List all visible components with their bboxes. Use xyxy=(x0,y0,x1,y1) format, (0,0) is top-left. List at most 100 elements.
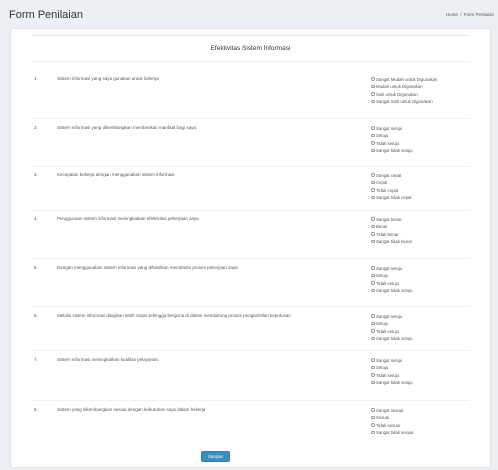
question-text: Penggunaan sistem informasi meningkatkan… xyxy=(57,216,200,221)
option-label: Setuju xyxy=(376,133,389,138)
breadcrumb: Home / Form Penilaian xyxy=(446,12,494,17)
question-row-7: 7. Sistem informasi meningkatkan kualita… xyxy=(11,357,490,397)
answer-option[interactable]: Setuju xyxy=(371,365,413,371)
form-card: Efektivitas Sistem Informasi 1. Sistem i… xyxy=(10,28,491,468)
radio-button[interactable] xyxy=(371,77,375,81)
option-label: Sangat Sulit untuk Digunakan xyxy=(376,99,433,104)
answer-option[interactable]: Tidak setuju xyxy=(371,372,413,378)
radio-button[interactable] xyxy=(371,195,375,200)
radio-button[interactable] xyxy=(371,415,375,420)
answer-option[interactable]: Sangat cepat xyxy=(371,172,412,178)
answer-option[interactable]: Sangat setuju xyxy=(371,125,413,131)
radio-button[interactable] xyxy=(371,266,375,270)
answer-option[interactable]: Tidak sesuai xyxy=(371,422,414,428)
row-divider xyxy=(31,118,470,119)
answer-option[interactable]: Sangat tidak sesuai xyxy=(371,430,414,436)
answer-option[interactable]: Sangat Mudah untuk Digunakan xyxy=(371,76,437,82)
answer-option[interactable]: Tidak cepat xyxy=(371,187,412,193)
answer-option[interactable]: Sangat setuju xyxy=(371,313,413,319)
answer-option[interactable]: Tidak setuju xyxy=(371,280,413,286)
radio-button[interactable] xyxy=(371,288,375,293)
question-row-5: 5. Dengan menggunakan sistem informasi y… xyxy=(11,265,490,305)
row-divider xyxy=(31,306,470,307)
radio-button[interactable] xyxy=(371,408,375,412)
answer-option[interactable]: Benar xyxy=(371,224,412,230)
answer-option[interactable]: Tidak benar xyxy=(371,231,412,237)
option-label: Sangat tidak setuju xyxy=(376,380,413,385)
answer-option[interactable]: Sesuai xyxy=(371,415,414,421)
radio-button[interactable] xyxy=(371,329,375,333)
answer-option[interactable]: Sangat sesuai xyxy=(371,407,414,413)
answer-option[interactable]: Sangat benar xyxy=(371,216,412,222)
answer-option[interactable]: Tidak setuju xyxy=(371,328,413,334)
answer-option[interactable]: Sangat setuju xyxy=(371,357,413,363)
radio-button[interactable] xyxy=(371,321,375,326)
radio-button[interactable] xyxy=(371,430,375,435)
answer-options: Sangat setuju Setuju Tidak setuju Sangat… xyxy=(371,125,413,154)
radio-button[interactable] xyxy=(371,365,375,370)
radio-button[interactable] xyxy=(371,188,375,192)
answer-option[interactable]: Sangat tidak cepat xyxy=(371,195,412,201)
question-text: Sistem informasi meningkatkan kualitas p… xyxy=(57,357,160,362)
radio-button[interactable] xyxy=(371,232,375,236)
radio-button[interactable] xyxy=(371,281,375,285)
breadcrumb-current: Form Penilaian xyxy=(463,12,494,17)
radio-button[interactable] xyxy=(371,358,375,362)
option-label: Setuju xyxy=(376,365,389,370)
question-text: Dengan menggunakan sistem informasi yang… xyxy=(57,265,239,270)
answer-option[interactable]: Sangat setuju xyxy=(371,265,413,271)
answer-option[interactable]: Tidak setuju xyxy=(371,140,413,146)
answer-options: Sangat Mudah untuk Digunakan Mudah untuk… xyxy=(371,76,437,105)
radio-button[interactable] xyxy=(371,239,375,244)
row-divider xyxy=(31,210,470,211)
answer-option[interactable]: Mudah untuk Digunakan xyxy=(371,84,437,90)
option-label: Sangat tidak setuju xyxy=(376,148,413,153)
radio-button[interactable] xyxy=(371,148,375,153)
breadcrumb-separator: / xyxy=(460,12,462,17)
option-label: Tidak setuju xyxy=(376,328,400,334)
answer-option[interactable]: Sangat tidak setuju xyxy=(371,336,413,342)
answer-option[interactable]: Cepat xyxy=(371,180,412,186)
radio-button[interactable] xyxy=(371,217,375,221)
answer-options: Sangat cepat Cepat Tidak cepat Sangat ti… xyxy=(371,172,412,201)
answer-option[interactable]: Sangat tidak setuju xyxy=(371,380,413,386)
question-number: 1. xyxy=(34,76,38,81)
radio-button[interactable] xyxy=(371,92,375,96)
radio-button[interactable] xyxy=(371,133,375,138)
answer-option[interactable]: Sulit untuk Digunakan xyxy=(371,91,437,97)
answer-option[interactable]: Sangat Sulit untuk Digunakan xyxy=(371,99,437,105)
radio-button[interactable] xyxy=(371,423,375,427)
answer-option[interactable]: Sangat tidak benar xyxy=(371,239,412,245)
form-title: Efektivitas Sistem Informasi xyxy=(210,45,291,52)
question-text: Sistem yang dikembangkan sesuai dengan k… xyxy=(57,407,206,412)
answer-option[interactable]: Sangat tidak setuju xyxy=(371,288,413,294)
radio-button[interactable] xyxy=(371,224,375,229)
breadcrumb-home-link[interactable]: Home xyxy=(446,12,458,17)
answer-option[interactable]: Setuju xyxy=(371,133,413,139)
radio-button[interactable] xyxy=(371,180,375,185)
option-label: Sangat setuju xyxy=(376,357,403,363)
option-label: Mudah untuk Digunakan xyxy=(376,84,423,89)
answer-option[interactable]: Sangat tidak setuju xyxy=(371,148,413,154)
option-label: Cepat xyxy=(376,180,388,185)
row-divider xyxy=(31,350,470,351)
option-label: Setuju xyxy=(376,321,389,326)
submit-button[interactable]: Simpan xyxy=(201,451,230,462)
radio-button[interactable] xyxy=(371,141,375,145)
radio-button[interactable] xyxy=(371,380,375,385)
radio-button[interactable] xyxy=(371,373,375,377)
radio-button[interactable] xyxy=(371,173,375,177)
radio-button[interactable] xyxy=(371,336,375,341)
answer-option[interactable]: Setuju xyxy=(371,273,413,279)
radio-button[interactable] xyxy=(371,314,375,318)
radio-button[interactable] xyxy=(371,126,375,130)
radio-button[interactable] xyxy=(371,84,375,89)
answer-option[interactable]: Setuju xyxy=(371,321,413,327)
option-label: Benar xyxy=(376,224,388,229)
question-text: Kecepatan bekerja dengan menggunakan sis… xyxy=(57,172,175,177)
row-divider xyxy=(31,166,470,167)
question-row-2: 2. Sistem informasi yang dikembangkan me… xyxy=(11,125,490,165)
answer-options: Sangat sesuai Sesuai Tidak sesuai Sangat… xyxy=(371,407,414,436)
radio-button[interactable] xyxy=(371,273,375,278)
radio-button[interactable] xyxy=(371,99,375,104)
